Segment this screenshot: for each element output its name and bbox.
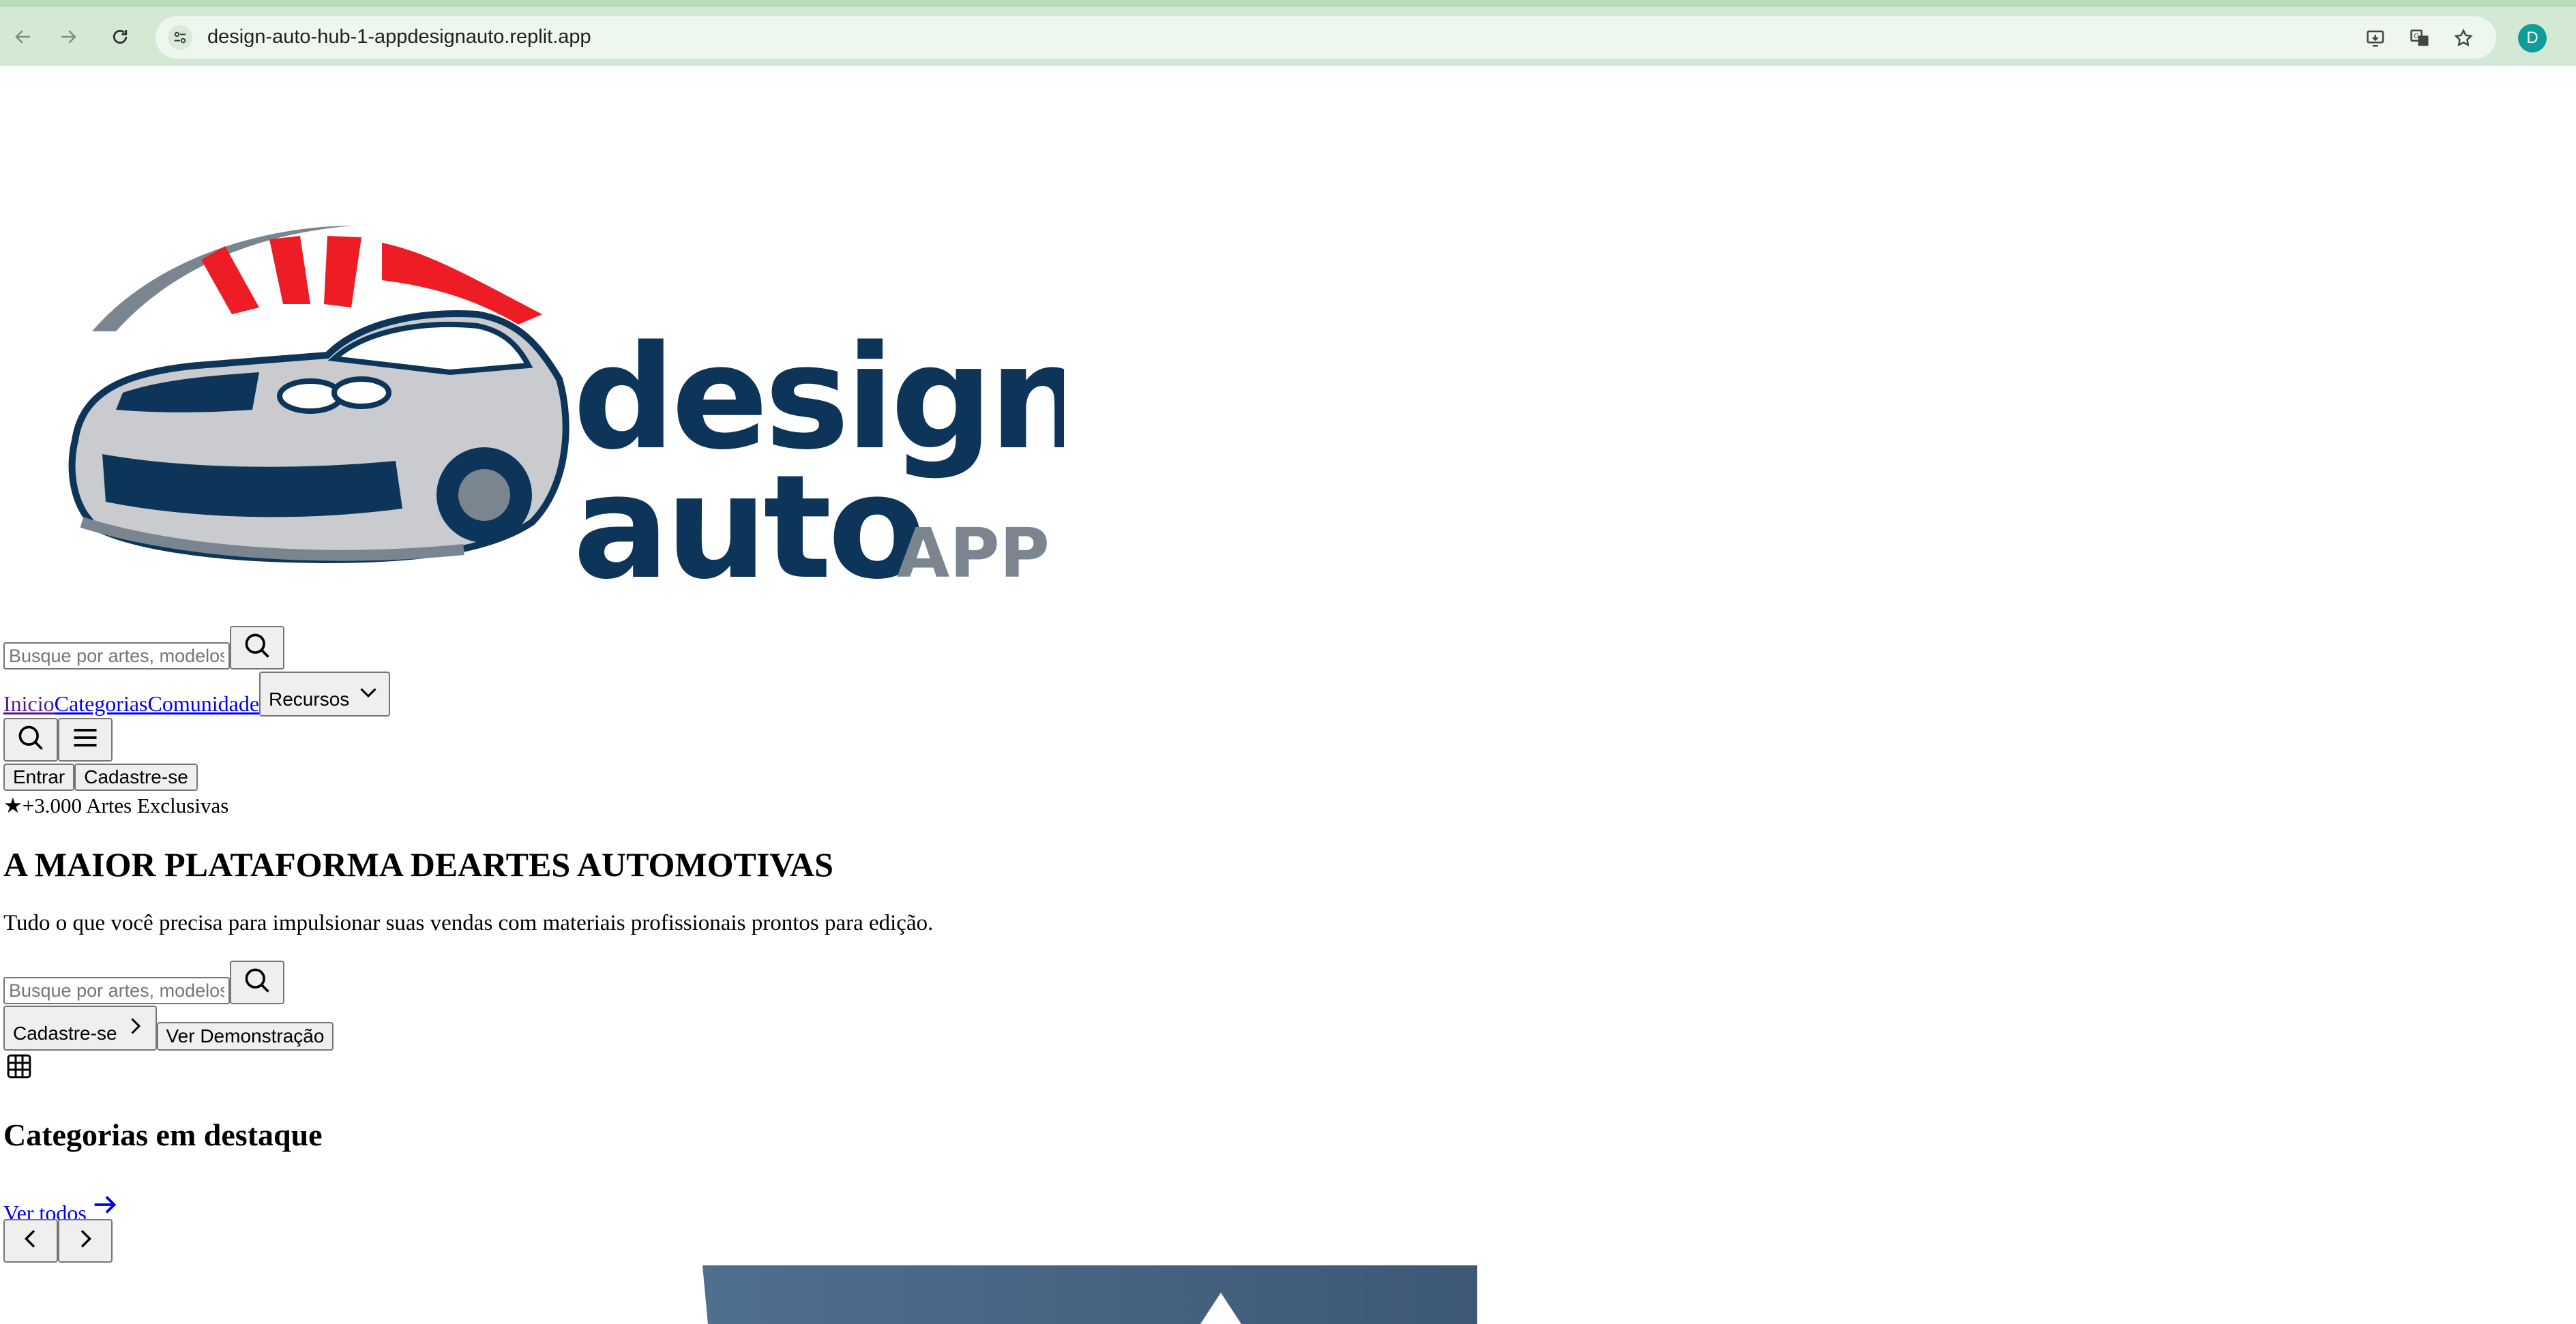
hero-search-form xyxy=(3,961,284,1004)
carousel-prev-button[interactable] xyxy=(3,1219,58,1263)
header-search-form xyxy=(3,626,284,669)
chevron-right-icon xyxy=(123,1014,147,1043)
nav-link-categorias[interactable]: Categorias xyxy=(55,691,148,717)
header-search-button[interactable] xyxy=(230,626,284,669)
chevron-right-icon xyxy=(72,1225,99,1257)
hero-search-input[interactable] xyxy=(3,977,230,1004)
menu-button[interactable] xyxy=(58,718,113,762)
hero-subtitle: Tudo o que você precisa para impulsionar… xyxy=(3,911,934,935)
bookmark-star-icon[interactable] xyxy=(2453,27,2474,49)
login-button[interactable]: Entrar xyxy=(3,764,75,791)
chevron-down-icon xyxy=(356,680,381,709)
carousel-next-button[interactable] xyxy=(58,1219,113,1263)
reload-icon[interactable] xyxy=(105,22,135,52)
address-bar[interactable]: design-auto-hub-1-appdesignauto.replit.a… xyxy=(156,16,2496,59)
exclusive-badge: ★+3.000 Artes Exclusivas xyxy=(3,794,228,818)
hero-cta-buttons: Cadastre-se Ver Demonstração xyxy=(3,1006,334,1051)
hamburger-menu-icon xyxy=(70,723,100,757)
nav-link-inicio[interactable]: Inicio xyxy=(3,691,55,717)
category-card-image[interactable] xyxy=(702,1265,1477,1324)
back-icon[interactable] xyxy=(8,22,38,52)
recursos-label: Recursos xyxy=(269,689,350,710)
mobile-actions xyxy=(3,718,113,762)
svg-text:G: G xyxy=(2414,33,2419,40)
carousel-controls xyxy=(3,1219,113,1263)
recursos-dropdown-button[interactable]: Recursos xyxy=(259,672,391,717)
forward-icon[interactable] xyxy=(53,22,83,52)
grid-icon xyxy=(5,1053,33,1083)
design-auto-logo[interactable]: design auto APP xyxy=(41,168,1091,611)
star-icon: ★ xyxy=(3,794,23,817)
signup-button[interactable]: Cadastre-se xyxy=(74,764,198,791)
mobile-search-button[interactable] xyxy=(3,718,58,762)
categories-title: Categorias em destaque xyxy=(3,1117,323,1152)
auth-buttons: Entrar Cadastre-se xyxy=(3,764,198,791)
badge-text: +3.000 Artes Exclusivas xyxy=(22,794,229,817)
translate-icon[interactable]: G xyxy=(2409,27,2431,49)
demo-button[interactable]: Ver Demonstração xyxy=(156,1022,334,1051)
search-icon xyxy=(16,723,46,757)
svg-text:APP: APP xyxy=(897,513,1050,593)
site-settings-icon[interactable] xyxy=(168,25,192,50)
search-icon xyxy=(242,631,272,665)
header-search-input[interactable] xyxy=(3,642,230,669)
svg-text:auto: auto xyxy=(573,444,922,604)
hero-signup-button[interactable]: Cadastre-se xyxy=(3,1006,157,1051)
chevron-left-icon xyxy=(17,1225,44,1257)
url-text[interactable]: design-auto-hub-1-appdesignauto.replit.a… xyxy=(207,26,591,48)
search-icon xyxy=(242,965,272,1000)
hero-title: A MAIOR PLATAFORMA DEARTES AUTOMOTIVAS xyxy=(3,845,833,884)
hero-signup-label: Cadastre-se xyxy=(13,1023,117,1044)
nav-link-comunidade[interactable]: Comunidade xyxy=(147,691,259,717)
main-nav: Inicio Categorias Comunidade Recursos xyxy=(3,672,391,717)
hero-search-button[interactable] xyxy=(230,961,284,1004)
browser-toolbar: design-auto-hub-1-appdesignauto.replit.a… xyxy=(0,0,2576,65)
install-app-icon[interactable] xyxy=(2365,27,2387,49)
page-content: design auto APP InicioCategoriasComunida… xyxy=(0,65,2576,1324)
profile-avatar[interactable]: D xyxy=(2518,24,2547,52)
